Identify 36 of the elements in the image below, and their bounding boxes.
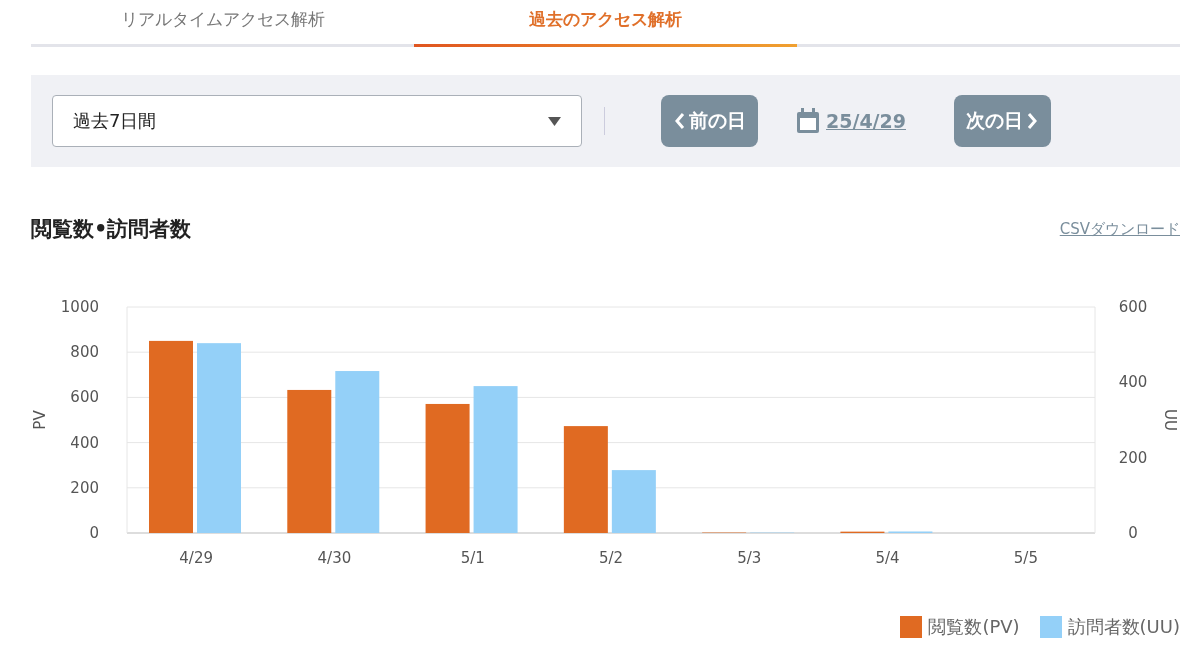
legend-swatch xyxy=(900,616,923,638)
next-day-button[interactable]: 次の日 xyxy=(954,95,1051,147)
prev-day-button[interactable]: 前の日 xyxy=(661,95,758,147)
axis-tick-label: 5/5 xyxy=(1013,549,1038,567)
axis-tick-label: 200 xyxy=(1118,448,1148,467)
csv-download-link[interactable]: CSVダウンロード xyxy=(1059,219,1180,239)
tab[interactable]: リアルタイムアクセス解析 xyxy=(31,0,414,47)
axis-tick-label: 0 xyxy=(1128,524,1138,542)
tab[interactable]: 過去のアクセス解析 xyxy=(414,0,797,47)
axis-tick-label: 400 xyxy=(1118,373,1148,392)
period-select[interactable]: 過去7日間 xyxy=(52,95,582,147)
axis-title: PV xyxy=(31,410,49,430)
caret-icon xyxy=(548,116,561,126)
legend-swatch xyxy=(1039,616,1062,638)
axis-tick-label: 0 xyxy=(89,524,99,542)
axis-tick-label: 5/3 xyxy=(737,549,762,567)
axis-tick-label: 4/30 xyxy=(317,549,352,567)
axis-tick-label: 600 xyxy=(1118,298,1148,316)
axis-tick-label: 200 xyxy=(70,478,99,497)
axis-tick-label: 5/2 xyxy=(598,549,624,567)
chevron-left-icon xyxy=(673,112,687,130)
axis-title: UU xyxy=(1161,409,1179,431)
axis-tick-label: 400 xyxy=(70,433,99,452)
axis-tick-label: 600 xyxy=(70,388,99,407)
axis-tick-label: 5/4 xyxy=(875,549,900,567)
axis-tick-label: 800 xyxy=(70,343,99,362)
legend-label: 閲覧数(PV) xyxy=(928,615,1020,639)
chevron-right-icon xyxy=(1025,112,1039,130)
section-title: 閲覧数•訪問者数 xyxy=(31,216,192,243)
calendar-icon xyxy=(796,108,820,134)
bar xyxy=(611,470,656,533)
axis-tick-label: 5/1 xyxy=(460,549,485,567)
legend-label: 訪問者数(UU) xyxy=(1067,615,1180,639)
date-link[interactable]: 25/4/29 xyxy=(826,110,906,132)
axis-tick-label: 1000 xyxy=(60,298,99,316)
axis-tick-label: 4/29 xyxy=(179,549,213,567)
